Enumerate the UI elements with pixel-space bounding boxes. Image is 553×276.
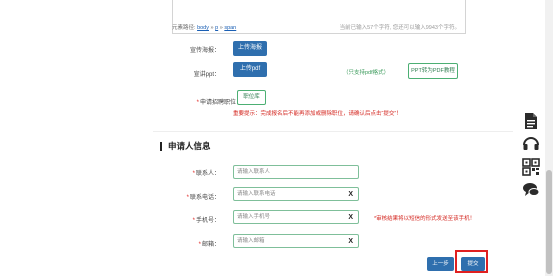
contact-input[interactable]: 请输入联系人: [233, 165, 359, 179]
contact-label: *联系人：: [192, 171, 220, 177]
qrcode-icon[interactable]: [522, 158, 540, 176]
pdf-only-note: （只支持pdf格式）: [343, 70, 390, 76]
upload-pdf-button[interactable]: 上传pdf: [233, 62, 267, 77]
clear-icon[interactable]: X: [348, 212, 353, 224]
mobile-input[interactable]: 请输入手机号 X: [233, 210, 359, 224]
email-input[interactable]: 请输入邮箱 X: [233, 234, 359, 248]
editor-path-body[interactable]: body: [197, 25, 209, 31]
submit-button[interactable]: 提交: [461, 257, 485, 271]
editor-path-p[interactable]: p: [215, 25, 218, 31]
editor-char-count: 当前已输入57个字符, 您还可以输入9943个字符。: [339, 25, 460, 31]
poster-label: 宣传海报：: [189, 48, 220, 54]
editor-path-span[interactable]: span: [224, 25, 236, 31]
headset-icon[interactable]: [522, 135, 540, 153]
mobile-note: *审核结果将以短信的形式发送至该手机！: [374, 216, 476, 222]
mobile-label: *手机号：: [192, 218, 220, 224]
previous-step-button[interactable]: 上一步: [427, 257, 454, 271]
scrollbar-thumb[interactable]: [546, 170, 552, 274]
editor-path-label: 元素路径:: [172, 25, 196, 31]
document-icon[interactable]: [522, 112, 540, 130]
editor-status-bar: 元素路径: body » p » span 当前已输入57个字符, 您还可以输入…: [172, 25, 460, 31]
required-mark: *: [196, 100, 199, 106]
clear-icon[interactable]: X: [348, 236, 353, 248]
email-label: *邮箱：: [198, 242, 220, 248]
clear-icon[interactable]: X: [348, 189, 353, 201]
section-divider: [153, 131, 513, 132]
ppt-label: 宣讲ppt：: [193, 72, 220, 78]
ppt-to-pdf-tutorial-button[interactable]: PPT转为PDF教程: [408, 63, 458, 79]
section-title: 申请人信息: [160, 142, 211, 151]
upload-poster-button[interactable]: 上传海报: [233, 41, 267, 56]
chat-icon[interactable]: [522, 181, 540, 199]
position-library-button[interactable]: 职位库: [237, 90, 266, 105]
phone-label: *联系电话：: [186, 195, 220, 201]
phone-input[interactable]: 请输入联系电话 X: [233, 187, 359, 201]
submit-warning: 重要提示：完成报名后不能再添加或删除职位，请确认后点击“提交”！: [233, 111, 402, 117]
position-label: *申请招聘职位：: [196, 100, 242, 106]
